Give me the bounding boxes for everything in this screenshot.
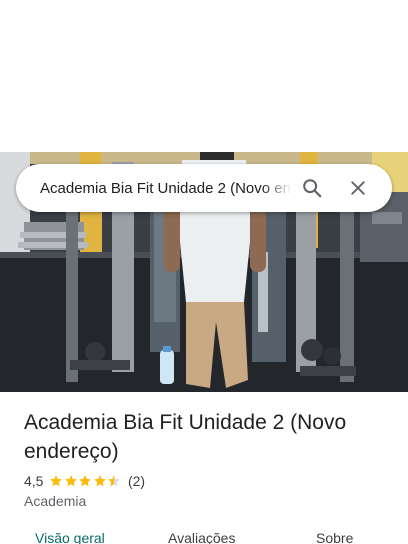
star-icon (94, 475, 106, 487)
rating-row[interactable]: 4,5 (2) (24, 472, 145, 490)
star-rating (49, 474, 122, 488)
star-icon (50, 475, 63, 487)
review-count[interactable]: (2) (128, 473, 145, 489)
place-category[interactable]: Academia (24, 493, 86, 509)
tab-overview[interactable]: Visão geral (35, 530, 105, 544)
tab-reviews[interactable]: Avaliações (168, 530, 235, 544)
star-icon (79, 475, 92, 487)
search-icon[interactable] (292, 168, 332, 208)
place-title: Academia Bia Fit Unidade 2 (Novo endereç… (24, 411, 347, 463)
place-details-screen: Academia Bia Fit Unidade 2 (Novo endereç… (0, 0, 408, 544)
star-icon (65, 475, 77, 487)
rating-value: 4,5 (24, 473, 44, 489)
search-bar[interactable]: Academia Bia Fit Unidade 2 (Novo endereç… (16, 164, 392, 212)
tab-about[interactable]: Sobre (316, 530, 353, 544)
place-tabs: Visão geral Avaliações Sobre (0, 530, 408, 544)
close-icon[interactable] (338, 168, 378, 208)
search-input[interactable]: Academia Bia Fit Unidade 2 (Novo endereç… (40, 180, 292, 197)
star-icon (108, 475, 121, 487)
